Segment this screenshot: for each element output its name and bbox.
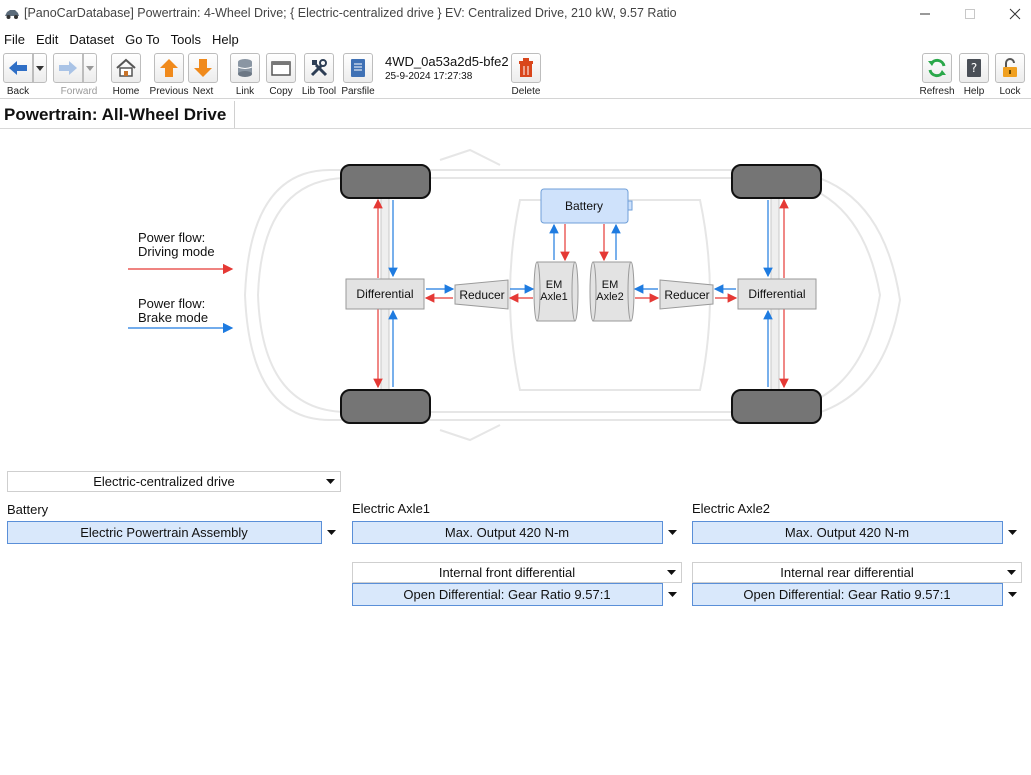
battery-select-value: Electric Powertrain Assembly — [80, 525, 248, 540]
battery-select[interactable]: Electric Powertrain Assembly — [7, 521, 341, 544]
em-axle2-label-line1: EM — [602, 279, 619, 291]
lock-button[interactable]: Lock — [990, 53, 1030, 99]
lock-icon — [1003, 58, 1017, 77]
chevron-down-icon — [666, 570, 676, 575]
page-title[interactable]: Powertrain: All-Wheel Drive — [0, 101, 236, 129]
next-button[interactable]: Next — [183, 53, 223, 99]
back-arrow-icon — [9, 61, 27, 75]
document-icon — [351, 59, 365, 77]
chevron-down-icon — [327, 530, 336, 535]
toolbar: Back Forward Home Previous Next Link Cop… — [0, 51, 1031, 99]
database-link-icon — [237, 59, 253, 77]
rear-differential-label: Differential — [748, 287, 805, 301]
drive-type-value: Electric-centralized drive — [93, 474, 235, 489]
front-diff-select-value: Open Differential: Gear Ratio 9.57:1 — [403, 587, 611, 602]
rear-diff-type-value: Internal rear differential — [780, 565, 914, 580]
forward-history-dropdown[interactable] — [83, 53, 97, 83]
help-book-icon: ? — [967, 59, 981, 77]
back-label: Back — [6, 86, 30, 97]
legend-driving-line2: Driving mode — [138, 244, 215, 259]
wheel-rear-left[interactable] — [731, 164, 822, 199]
record-id: 4WD_0a53a2d5-bfe2 — [385, 54, 509, 69]
powertrain-diagram: Power flow: Driving mode Power flow: Bra… — [128, 148, 902, 442]
rear-reducer-label: Reducer — [664, 288, 709, 302]
lock-label: Lock — [999, 86, 1021, 97]
wheel-front-right[interactable] — [340, 389, 431, 424]
close-icon — [1009, 8, 1021, 20]
wheel-rear-right[interactable] — [731, 389, 822, 424]
rear-diff-select[interactable]: Open Differential: Gear Ratio 9.57:1 — [692, 583, 1022, 606]
menu-file[interactable]: File — [0, 30, 32, 50]
axle1-select-value: Max. Output 420 N-m — [444, 525, 570, 540]
chevron-down-icon — [668, 530, 677, 535]
arrow-up-icon — [160, 59, 178, 77]
record-timestamp: 25-9-2024 17:27:38 — [385, 71, 473, 82]
drive-type-select[interactable]: Electric-centralized drive — [7, 471, 341, 492]
parsfile-button[interactable]: Parsfile — [338, 53, 378, 99]
car-app-icon — [5, 10, 19, 19]
legend-driving-line1: Power flow: — [138, 230, 205, 245]
rear-diff-select-value: Open Differential: Gear Ratio 9.57:1 — [743, 587, 951, 602]
front-differential-label: Differential — [356, 287, 413, 301]
back-history-dropdown[interactable] — [33, 53, 47, 83]
wheel-front-left[interactable] — [340, 164, 431, 199]
axle1-select[interactable]: Max. Output 420 N-m — [352, 521, 682, 544]
svg-text:?: ? — [971, 61, 977, 75]
menu-tools[interactable]: Tools — [167, 30, 208, 50]
delete-button[interactable]: Delete — [506, 53, 546, 99]
front-reducer-label: Reducer — [459, 288, 504, 302]
em-axle1-label-line1: EM — [546, 279, 563, 291]
forward-arrow-icon — [59, 61, 77, 75]
chevron-down-icon — [325, 479, 335, 484]
close-window-button[interactable] — [992, 0, 1031, 28]
menu-edit[interactable]: Edit — [32, 30, 65, 50]
forward-button[interactable]: Forward — [53, 53, 97, 99]
front-diff-type-select[interactable]: Internal front differential — [352, 562, 682, 583]
refresh-icon — [928, 58, 946, 78]
menu-help[interactable]: Help — [208, 30, 246, 50]
forward-label: Forward — [60, 86, 98, 97]
legend-brake-line1: Power flow: — [138, 296, 205, 311]
em-axle2-label-line2: Axle2 — [596, 291, 624, 303]
arrow-down-icon — [194, 59, 212, 77]
menu-dataset[interactable]: Dataset — [65, 30, 121, 50]
chevron-down-icon — [1008, 530, 1017, 535]
chevron-down-icon — [36, 65, 44, 71]
title-bar: [PanoCarDatabase] Powertrain: 4-Wheel Dr… — [0, 0, 1031, 28]
chevron-down-icon — [1006, 570, 1016, 575]
front-diff-type-value: Internal front differential — [438, 565, 576, 580]
menu-go-to[interactable]: Go To — [121, 30, 166, 50]
axle2-select[interactable]: Max. Output 420 N-m — [692, 521, 1022, 544]
axle2-field-label: Electric Axle2 — [692, 501, 771, 516]
chevron-down-icon — [668, 592, 677, 597]
legend-brake-line2: Brake mode — [138, 310, 208, 325]
front-diff-select[interactable]: Open Differential: Gear Ratio 9.57:1 — [352, 583, 682, 606]
home-icon — [116, 58, 136, 77]
tab-divider — [0, 128, 1031, 129]
tools-icon — [310, 59, 328, 77]
minimize-button[interactable] — [902, 0, 948, 28]
window-title: [PanoCarDatabase] Powertrain: 4-Wheel Dr… — [24, 6, 677, 20]
trash-icon — [519, 58, 533, 77]
chevron-down-icon — [1008, 592, 1017, 597]
back-button[interactable]: Back — [3, 53, 33, 99]
maximize-button[interactable] — [947, 0, 993, 28]
minimize-icon — [920, 13, 930, 15]
chevron-down-icon — [86, 65, 94, 71]
delete-label: Delete — [511, 86, 541, 97]
rear-diff-type-select[interactable]: Internal rear differential — [692, 562, 1022, 583]
battery-terminal — [627, 200, 633, 211]
menu-bar: File Edit Dataset Go To Tools Help — [0, 30, 1031, 50]
copy-icon — [271, 61, 291, 76]
battery-label: Battery — [565, 199, 603, 213]
axle2-select-value: Max. Output 420 N-m — [784, 525, 910, 540]
battery-field-label: Battery — [7, 502, 49, 517]
em-axle1-label-line2: Axle1 — [540, 291, 568, 303]
maximize-icon — [965, 9, 975, 19]
home-button[interactable]: Home — [106, 53, 146, 99]
parsfile-label: Parsfile — [341, 86, 375, 97]
axle1-field-label: Electric Axle1 — [352, 501, 431, 516]
